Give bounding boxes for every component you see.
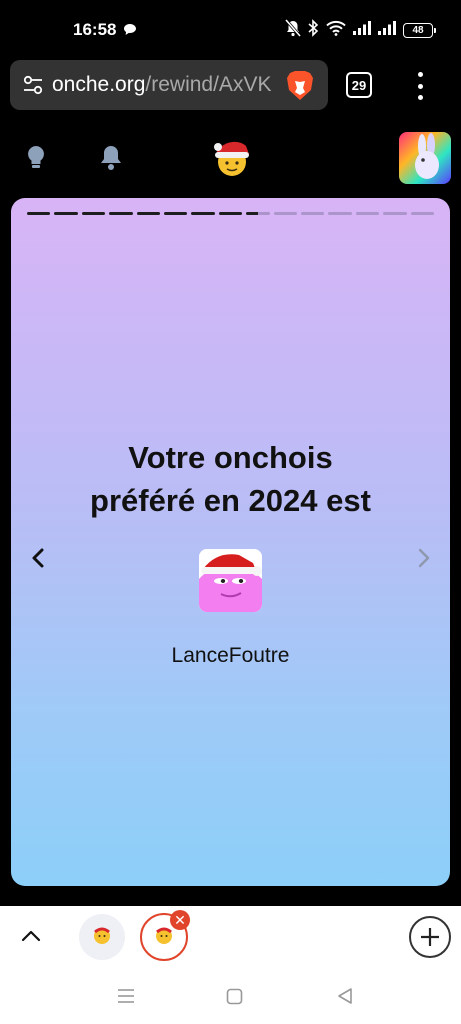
- story-progress: [27, 212, 435, 215]
- rewind-story-card[interactable]: Votre onchois préféré en 2024 est LanceF…: [11, 198, 450, 886]
- system-nav-bar: [0, 970, 461, 1024]
- signal-icon: [353, 20, 371, 40]
- plus-icon[interactable]: [409, 916, 451, 958]
- progress-segment: [109, 212, 133, 215]
- tab-favicon: [92, 925, 112, 950]
- menu-icon[interactable]: [117, 988, 135, 1009]
- more-vert-icon[interactable]: [409, 72, 431, 100]
- status-icons: 48: [284, 18, 436, 42]
- progress-segment: [81, 212, 106, 215]
- tab-strip: ✕: [0, 906, 461, 970]
- progress-segment: [27, 212, 51, 215]
- close-icon[interactable]: ✕: [170, 910, 190, 930]
- tab-thumbnail[interactable]: [79, 914, 125, 960]
- bell-icon[interactable]: [98, 143, 124, 176]
- chevron-left-icon[interactable]: [29, 546, 47, 575]
- status-time: 16:58: [73, 20, 117, 39]
- progress-segment: [328, 212, 352, 215]
- signal-icon: [378, 20, 396, 40]
- brave-lion-icon[interactable]: [286, 70, 314, 106]
- picked-username: LanceFoutre: [171, 644, 290, 667]
- chevron-up-icon[interactable]: [20, 926, 42, 951]
- wifi-icon: [326, 20, 346, 41]
- progress-segment: [136, 212, 161, 215]
- story-headline: Votre onchois préféré en 2024 est: [11, 436, 450, 522]
- lightbulb-icon[interactable]: [24, 144, 48, 177]
- progress-segment: [273, 212, 298, 215]
- progress-segment: [301, 212, 325, 215]
- url-bar[interactable]: onche.org/rewind/AxVK: [10, 60, 328, 110]
- mute-icon: [284, 18, 302, 42]
- bluetooth-icon: [308, 18, 319, 42]
- battery-icon: 48: [403, 22, 436, 38]
- url-text[interactable]: onche.org/rewind/AxVK: [52, 73, 271, 97]
- santa-hat-avatar[interactable]: [199, 549, 262, 612]
- tab-favicon: [154, 925, 174, 950]
- headline-line-2: préféré en 2024 est: [90, 483, 371, 518]
- progress-segment: [383, 212, 407, 215]
- progress-segment: [355, 212, 380, 215]
- chat-bubble-icon: [123, 23, 137, 41]
- chevron-right-icon[interactable]: [415, 546, 433, 575]
- progress-segment: [218, 212, 243, 215]
- progress-segment: [191, 212, 215, 215]
- santa-emoji-logo[interactable]: [210, 138, 252, 183]
- url-host: onche.org: [52, 73, 146, 96]
- site-settings-icon[interactable]: [22, 74, 44, 96]
- progress-segment: [246, 212, 270, 215]
- tab-count-button[interactable]: 29: [346, 72, 372, 98]
- status-bar: 16:58 48: [0, 0, 461, 60]
- progress-segment: [54, 212, 78, 215]
- url-path: /rewind/AxVK: [145, 73, 272, 96]
- headline-line-1: Votre onchois: [128, 440, 333, 475]
- site-header: [0, 126, 461, 186]
- progress-segment: [164, 212, 188, 215]
- rabbit-avatar[interactable]: [399, 132, 451, 184]
- progress-segment: [410, 212, 435, 215]
- home-icon[interactable]: [226, 988, 243, 1010]
- back-icon[interactable]: [336, 987, 354, 1010]
